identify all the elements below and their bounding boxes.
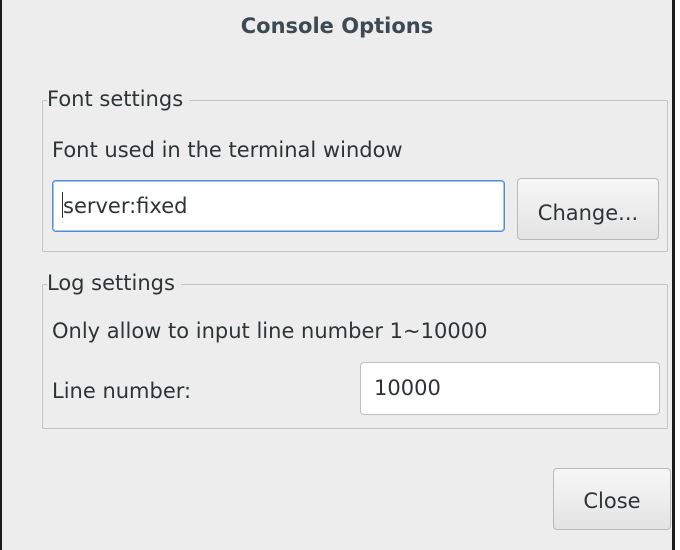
font-description-label: Font used in the terminal window [52, 138, 403, 162]
font-input[interactable]: server:fixed [52, 180, 505, 232]
log-description-label: Only allow to input line number 1~10000 [52, 319, 488, 343]
line-number-label: Line number: [52, 379, 192, 403]
change-font-button[interactable]: Change... [517, 178, 659, 240]
close-button[interactable]: Close [553, 468, 671, 530]
console-options-dialog: Console Options Font settings Font used … [0, 0, 675, 550]
font-settings-legend: Font settings [47, 86, 190, 112]
font-input-value: server:fixed [63, 194, 188, 218]
line-number-input[interactable]: 10000 [360, 362, 660, 415]
dialog-title: Console Options [240, 14, 434, 38]
log-settings-legend: Log settings [47, 270, 181, 296]
